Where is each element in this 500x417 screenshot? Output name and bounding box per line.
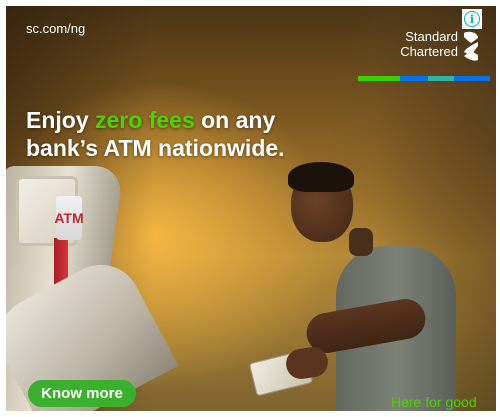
person-neck — [349, 228, 373, 256]
stripe-green — [358, 76, 400, 81]
stripe-teal — [428, 76, 454, 81]
standard-chartered-logo-icon — [464, 31, 478, 61]
atm-sign-text: ATM — [54, 210, 84, 226]
headline-part2: on any — [194, 107, 276, 133]
stripe-blue — [400, 76, 428, 81]
brand-name-line2: Chartered — [400, 44, 458, 59]
atm-sign: ATM — [54, 196, 84, 240]
brand-lockup: Standard Chartered — [388, 29, 478, 69]
info-icon: i — [464, 11, 480, 27]
person-hair — [288, 162, 354, 192]
know-more-button[interactable]: Know more — [28, 380, 136, 407]
ad-url: sc.com/ng — [26, 21, 86, 36]
brand-name-line1: Standard — [405, 29, 458, 44]
headline: Enjoy zero fees on any bank’s ATM nation… — [26, 106, 326, 162]
info-icon-glyph: i — [469, 12, 475, 26]
brand-name: Standard Chartered — [388, 29, 458, 59]
ad-info-button[interactable]: i — [462, 9, 482, 29]
stripe-blue-2 — [454, 76, 490, 81]
tagline: Here for good — [391, 394, 477, 410]
headline-line2: bank’s ATM nationwide. — [26, 135, 285, 161]
headline-part1: Enjoy — [26, 107, 96, 133]
headline-highlight: zero fees — [95, 107, 195, 133]
brand-color-stripe — [358, 76, 490, 81]
headline-line1: Enjoy zero fees on any — [26, 106, 326, 134]
